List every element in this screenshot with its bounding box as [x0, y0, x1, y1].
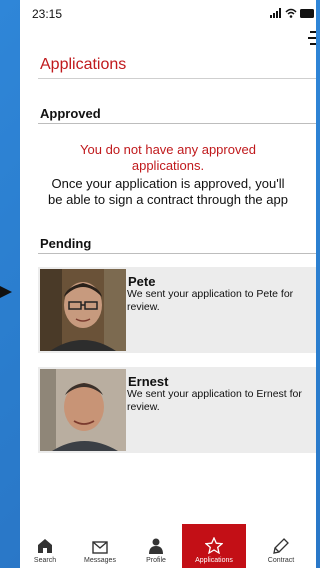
tab-contract[interactable]: Contract: [246, 524, 316, 568]
pointer-arrow: [0, 286, 12, 298]
tab-label: Messages: [84, 557, 116, 564]
tab-label: Search: [33, 557, 57, 564]
tab-label: Profile: [146, 557, 166, 564]
tab-label: Applications: [195, 557, 233, 564]
wifi-icon: [285, 8, 297, 18]
envelope-icon: [92, 541, 108, 554]
pending-application-card[interactable]: Pete We sent your application to Pete fo…: [38, 267, 316, 353]
section-title-approved: Approved: [40, 106, 101, 121]
status-icons: [270, 6, 314, 20]
applicant-name: Pete: [128, 274, 156, 289]
tab-search[interactable]: Search: [20, 524, 70, 568]
exit-icon[interactable]: [308, 30, 316, 46]
avatar: [40, 269, 126, 351]
tab-label: Contract: [267, 557, 295, 564]
bottom-tab-bar: Search Messages Profile Applications Con…: [20, 524, 316, 568]
application-status-text: We sent your application to Ernest for r…: [127, 388, 302, 413]
avatar: [40, 369, 126, 451]
tab-profile[interactable]: Profile: [130, 524, 182, 568]
person-icon: [149, 538, 163, 554]
pending-divider: [38, 253, 316, 254]
no-approved-message: You do not have any approved application…: [80, 142, 256, 173]
phone-screen: 23:15 Applications Approved You do not h…: [20, 0, 316, 568]
star-icon: [205, 537, 223, 554]
title-divider: [38, 78, 316, 79]
status-bar: 23:15: [20, 0, 316, 45]
approved-divider: [38, 123, 316, 124]
section-title-pending: Pending: [40, 236, 92, 251]
page-title: Applications: [40, 56, 127, 73]
battery-icon: [300, 8, 314, 18]
tab-applications[interactable]: Applications: [182, 524, 246, 568]
applicant-name: Ernest: [128, 374, 169, 389]
signal-icon: [270, 8, 281, 18]
pending-application-card[interactable]: Ernest We sent your application to Ernes…: [38, 367, 316, 453]
approved-info-line-2: be able to sign a contract through the a…: [48, 192, 288, 207]
tab-messages[interactable]: Messages: [70, 524, 130, 568]
pen-icon: [273, 538, 289, 554]
status-time: 23:15: [32, 7, 63, 21]
approved-info-line-1: Once your application is approved, you'l…: [51, 176, 285, 191]
application-status-text: We sent your application to Pete for rev…: [127, 288, 294, 313]
home-icon: [38, 539, 52, 553]
